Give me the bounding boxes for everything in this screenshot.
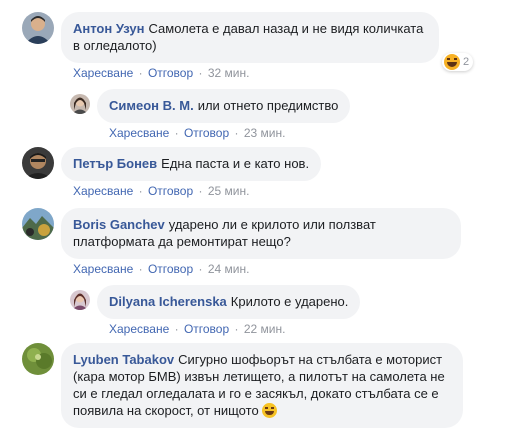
comment-text: или отнето предимство: [197, 98, 339, 113]
comment-time[interactable]: 22 мин.: [244, 322, 286, 336]
comment: Петър Бонев Една паста и е като нов. Харе…: [22, 147, 322, 199]
avatar[interactable]: [22, 343, 54, 375]
comment-author[interactable]: Антон Узун: [73, 21, 145, 36]
reply-link[interactable]: Отговор: [184, 126, 229, 140]
comment-text: Една паста и е като нов.: [161, 156, 310, 171]
like-link[interactable]: Харесване: [73, 262, 133, 276]
comment-bubble: Антон Узун Самолета е давал назад и не ви…: [61, 12, 439, 63]
comment-bubble: Lyuben Tabakov Сигурно шофьорът на стълба…: [61, 343, 463, 428]
avatar[interactable]: [22, 12, 54, 44]
reaction-count: 2: [463, 56, 470, 68]
grinning-emoji-icon: [262, 403, 278, 418]
comment-author[interactable]: Симеон В. М.: [109, 98, 194, 113]
haha-reaction-icon: [444, 54, 460, 70]
avatar[interactable]: [70, 94, 90, 114]
like-link[interactable]: Харесване: [73, 184, 133, 198]
comment-author[interactable]: Lyuben Tabakov: [73, 352, 174, 367]
comment-author[interactable]: Петър Бонев: [73, 156, 157, 171]
comment-bubble: Симеон В. М. или отнето предимство: [97, 89, 351, 123]
reply-comment: Dilyana Icherenska Крилото е ударено. Хар…: [70, 285, 361, 337]
reply-link[interactable]: Отговор: [148, 262, 193, 276]
like-link[interactable]: Харесване: [109, 322, 169, 336]
reply-link[interactable]: Отговор: [148, 184, 193, 198]
comment-bubble: Dilyana Icherenska Крилото е ударено.: [97, 285, 361, 319]
reply-link[interactable]: Отговор: [184, 322, 229, 336]
avatar[interactable]: [70, 290, 90, 310]
avatar[interactable]: [22, 208, 54, 240]
comment-text: Крилото е ударено.: [230, 294, 349, 309]
comment-author[interactable]: Dilyana Icherenska: [109, 294, 227, 309]
comment-time[interactable]: 32 мин.: [208, 66, 250, 80]
reaction-badge[interactable]: 2: [442, 53, 474, 71]
comment-actions: Харесване · Отговор · 22 мин.: [109, 322, 286, 336]
comment-author[interactable]: Boris Ganchev: [73, 217, 165, 232]
like-link[interactable]: Харесване: [73, 66, 133, 80]
avatar[interactable]: [22, 147, 54, 179]
reply-link[interactable]: Отговор: [148, 66, 193, 80]
comment: Boris Ganchev ударено ли е крилото или по…: [22, 208, 461, 277]
comment-actions: Харесване · Отговор · 23 мин.: [109, 126, 286, 140]
comment-time[interactable]: 24 мин.: [208, 262, 250, 276]
comment: Lyuben Tabakov Сигурно шофьорът на стълба…: [22, 343, 463, 428]
comment-actions: Харесване · Отговор · 24 мин.: [73, 262, 250, 276]
comment-bubble: Петър Бонев Една паста и е като нов.: [61, 147, 322, 181]
comment-actions: Харесване · Отговор · 25 мин.: [73, 184, 250, 198]
comment-time[interactable]: 25 мин.: [208, 184, 250, 198]
comment-actions: Харесване · Отговор · 32 мин.: [73, 66, 250, 80]
like-link[interactable]: Харесване: [109, 126, 169, 140]
reply-comment: Симеон В. М. или отнето предимство Харесв…: [70, 89, 351, 141]
comment-time[interactable]: 23 мин.: [244, 126, 286, 140]
comment-bubble: Boris Ganchev ударено ли е крилото или по…: [61, 208, 461, 259]
comment: Антон Узун Самолета е давал назад и не ви…: [22, 12, 439, 81]
